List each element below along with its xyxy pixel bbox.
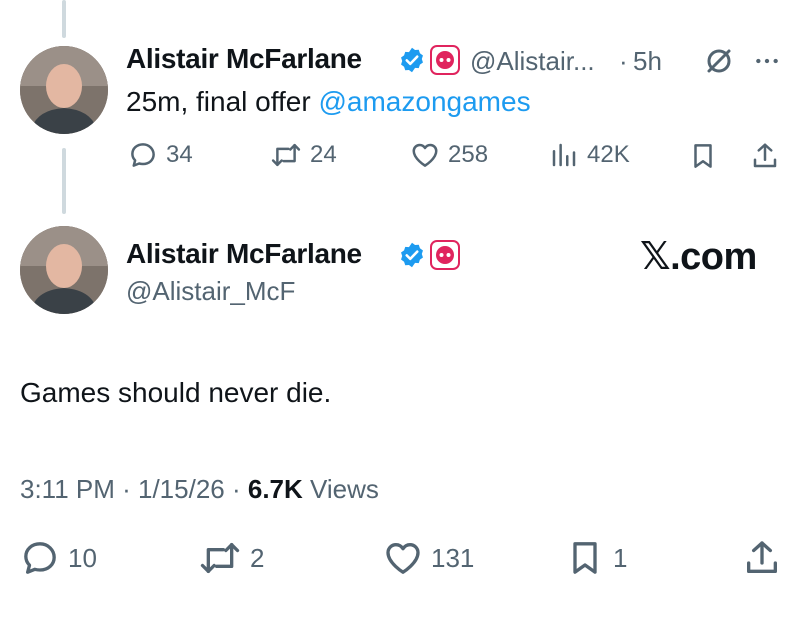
- avatar[interactable]: [20, 226, 108, 314]
- heart-icon: [412, 143, 438, 167]
- verified-badge-icon: [401, 242, 423, 268]
- reply-count: 10: [68, 542, 97, 573]
- reply-button[interactable]: 34: [128, 140, 193, 170]
- reply-icon: [131, 143, 155, 167]
- repost-count: 2: [250, 542, 265, 573]
- affiliate-badge-icon: [430, 240, 460, 270]
- author-name[interactable]: Alistair McFarlane: [126, 43, 362, 75]
- reply-button[interactable]: 10: [20, 538, 97, 578]
- avatar[interactable]: [20, 46, 108, 134]
- repost-button[interactable]: 24: [270, 140, 337, 170]
- like-count: 131: [431, 542, 475, 573]
- reply-count: 34: [166, 141, 193, 168]
- tweet-text: Games should never die.: [20, 377, 332, 408]
- bookmark-count: 1: [613, 542, 628, 573]
- author-name[interactable]: Alistair McFarlane: [126, 238, 362, 270]
- thread-line-top: [62, 0, 66, 38]
- tweet-timestamp[interactable]: 3:11 PM · 1/15/26 ·: [20, 474, 248, 504]
- tweet-text-body: 25m, final offer: [126, 86, 319, 117]
- views-count: 6.7K: [247, 474, 303, 504]
- tweet-text: 25m, final offer @amazongames: [126, 86, 531, 118]
- reply-icon: [24, 542, 56, 574]
- separator-dot: ·: [619, 46, 628, 76]
- views-label: Views: [302, 474, 379, 504]
- share-icon[interactable]: [750, 141, 780, 171]
- repost-count: 24: [310, 141, 337, 168]
- bookmark-button[interactable]: 1: [565, 538, 627, 578]
- x-com-watermark: 𝕏.com: [640, 236, 757, 278]
- repost-icon: [271, 143, 301, 167]
- views-icon: [552, 143, 576, 167]
- repost-icon: [200, 543, 240, 573]
- share-icon[interactable]: [742, 538, 782, 578]
- timestamp[interactable]: 5h: [633, 46, 662, 77]
- repost-button[interactable]: 2: [198, 538, 264, 578]
- verified-badge-icon: [401, 47, 423, 73]
- grok-icon[interactable]: [704, 46, 734, 76]
- like-button[interactable]: 131: [383, 538, 474, 578]
- views-button[interactable]: 42K: [549, 140, 630, 170]
- heart-icon: [386, 543, 420, 574]
- views-count: 42K: [587, 141, 630, 168]
- affiliate-badge-icon: [430, 45, 460, 75]
- like-count: 258: [448, 141, 489, 168]
- mention-link[interactable]: @amazongames: [318, 86, 530, 117]
- handle[interactable]: @Alistair_McF: [126, 276, 295, 307]
- bookmark-icon: [573, 542, 597, 574]
- tweet-meta: 3:11 PM · 1/15/26 · 6.7K Views: [20, 474, 379, 505]
- handle[interactable]: @Alistair...: [470, 46, 595, 77]
- like-button[interactable]: 258: [410, 140, 488, 170]
- bookmark-icon[interactable]: [688, 141, 718, 171]
- thread-line-bottom: [62, 148, 66, 214]
- more-options-icon[interactable]: [752, 48, 782, 74]
